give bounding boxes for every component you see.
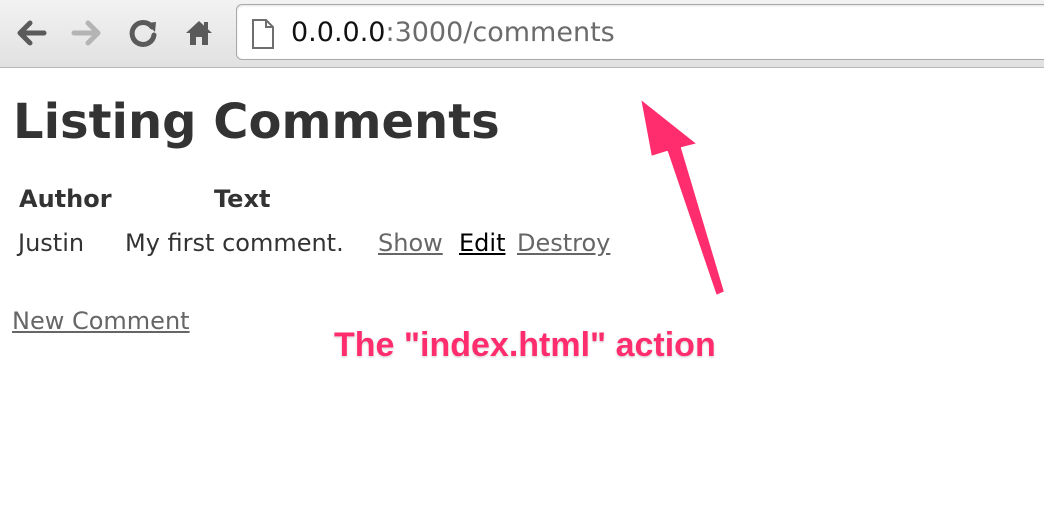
page-icon [252, 19, 274, 49]
url-host: 0.0.0.0 [291, 17, 386, 48]
edit-link[interactable]: Edit [459, 228, 505, 258]
url-text: 0.0.0.0:3000/comments [291, 16, 615, 50]
reload-icon [129, 19, 157, 47]
forward-arrow-icon [71, 20, 101, 46]
cell-text: My first comment. [125, 229, 344, 257]
cell-author: Justin [18, 229, 85, 257]
back-button[interactable] [11, 14, 51, 52]
reload-button[interactable] [123, 14, 163, 52]
home-icon [186, 21, 212, 45]
home-button[interactable] [179, 14, 219, 52]
url-path: :3000/comments [385, 17, 615, 48]
address-bar[interactable]: 0.0.0.0:3000/comments [236, 4, 1044, 60]
page-title: Listing Comments [13, 94, 500, 150]
back-arrow-icon [17, 20, 47, 46]
column-header-text: Text [214, 185, 271, 213]
browser-toolbar: 0.0.0.0:3000/comments [0, 0, 1044, 68]
annotation-arrow-icon [639, 97, 726, 297]
annotation-caption: The "index.html" action [334, 326, 716, 364]
new-comment-link[interactable]: New Comment [12, 306, 190, 336]
show-link[interactable]: Show [378, 228, 443, 258]
forward-button[interactable] [67, 14, 107, 52]
column-header-author: Author [19, 185, 112, 213]
destroy-link[interactable]: Destroy [517, 228, 610, 258]
